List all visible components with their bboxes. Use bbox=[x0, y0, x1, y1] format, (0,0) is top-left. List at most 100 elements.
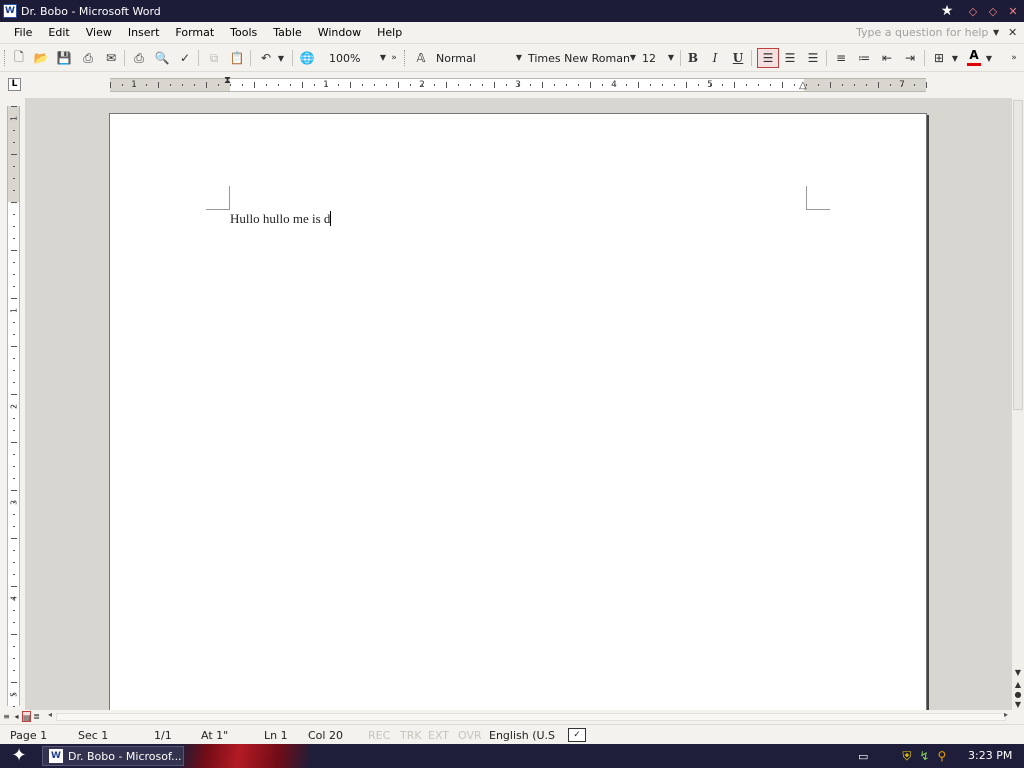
font-size-select[interactable]: 12 ▼ bbox=[640, 49, 674, 67]
taskbar-word-button[interactable]: W Dr. Bobo - Microsof... bbox=[42, 746, 184, 766]
menu-view[interactable]: View bbox=[78, 23, 120, 43]
print-layout-view-icon[interactable]: ▤ bbox=[22, 711, 31, 722]
help-search-input[interactable]: Type a question for help bbox=[856, 25, 1006, 41]
font-color-button[interactable]: A bbox=[966, 48, 982, 68]
web-globe-icon[interactable]: 🌐 bbox=[298, 49, 316, 67]
ruler-tick bbox=[614, 84, 615, 86]
ruler-tick bbox=[902, 84, 903, 86]
ruler-tick bbox=[11, 490, 17, 491]
start-star-icon[interactable]: ✦ bbox=[6, 746, 32, 766]
menu-insert[interactable]: Insert bbox=[120, 23, 168, 43]
undo-icon[interactable]: ↶ bbox=[257, 49, 275, 67]
permission-icon[interactable]: ⎙ bbox=[79, 49, 97, 67]
ruler-tick bbox=[13, 478, 15, 479]
spelling-check-icon[interactable]: ✓ bbox=[176, 49, 194, 67]
bullets-icon[interactable]: ≔ bbox=[855, 49, 873, 67]
ruler-tick bbox=[566, 84, 567, 86]
minimize-button[interactable]: ◇ bbox=[964, 3, 982, 19]
status-trk[interactable]: TRK bbox=[400, 729, 422, 742]
open-folder-icon[interactable]: 📂 bbox=[32, 49, 50, 67]
underline-button[interactable]: U bbox=[729, 49, 747, 67]
font-select[interactable]: Times New Roman ▼ bbox=[526, 49, 636, 67]
ruler-tick bbox=[758, 84, 759, 86]
borders-icon[interactable]: ⊞ bbox=[930, 49, 948, 67]
bold-button[interactable]: B bbox=[684, 49, 702, 67]
styles-formatting-icon[interactable]: 𝔸 bbox=[412, 49, 430, 67]
print-preview-icon[interactable]: 🔍 bbox=[153, 49, 171, 67]
previous-page-icon[interactable]: ▲ bbox=[1012, 680, 1024, 690]
menu-file[interactable]: File bbox=[0, 23, 40, 43]
chevron-down-icon: ▼ bbox=[667, 53, 674, 62]
close-button[interactable]: ✕ bbox=[1004, 3, 1022, 19]
menu-tools[interactable]: Tools bbox=[222, 23, 265, 43]
web-view-icon[interactable]: ◂ bbox=[12, 711, 21, 722]
left-indent-marker[interactable]: ⧗ bbox=[224, 75, 231, 86]
document-body-text[interactable]: Hullo hullo me is d bbox=[230, 211, 332, 227]
save-icon[interactable]: 💾 bbox=[55, 49, 73, 67]
document-close-button[interactable]: ✕ bbox=[1008, 25, 1017, 41]
document-page[interactable]: Hullo hullo me is d bbox=[109, 113, 927, 710]
menu-help[interactable]: Help bbox=[369, 23, 410, 43]
copy-icon[interactable]: ⧉ bbox=[205, 49, 223, 67]
status-rec[interactable]: REC bbox=[368, 729, 390, 742]
toolbar-grip[interactable] bbox=[404, 50, 407, 66]
increase-indent-icon[interactable]: ⇥ bbox=[901, 49, 919, 67]
vertical-scrollbar[interactable]: ▼ ▲ ● ▼ bbox=[1012, 98, 1024, 710]
keyboard-icon[interactable]: ▭ bbox=[858, 750, 868, 763]
italic-button[interactable]: I bbox=[706, 49, 724, 67]
word-icon[interactable]: W bbox=[3, 4, 17, 18]
ruler-tick bbox=[13, 406, 15, 407]
scroll-down-arrow-icon[interactable]: ▼ bbox=[1012, 668, 1024, 678]
email-icon[interactable]: ✉ bbox=[102, 49, 120, 67]
ruler-tick bbox=[13, 214, 15, 215]
normal-view-icon[interactable]: ≡ bbox=[2, 711, 11, 722]
right-indent-marker[interactable]: △ bbox=[799, 80, 807, 91]
outline-view-icon[interactable]: ≣ bbox=[32, 711, 41, 722]
ruler-tick bbox=[446, 82, 447, 88]
ruler-tick bbox=[13, 166, 15, 167]
paste-icon[interactable]: 📋 bbox=[228, 49, 246, 67]
toolbar-options-icon[interactable]: » bbox=[1008, 49, 1020, 67]
help-dropdown-arrow[interactable]: ▼ bbox=[993, 25, 999, 41]
decrease-indent-icon[interactable]: ⇤ bbox=[878, 49, 896, 67]
ruler-tick bbox=[890, 84, 891, 86]
status-ext[interactable]: EXT bbox=[428, 729, 449, 742]
vertical-scroll-thumb[interactable] bbox=[1013, 100, 1023, 410]
style-select[interactable]: Normal ▼ bbox=[434, 49, 522, 67]
scroll-right-arrow-icon[interactable]: ▸ bbox=[1004, 710, 1008, 719]
maximize-button[interactable]: ◇ bbox=[984, 3, 1002, 19]
network-icon[interactable]: ↯ bbox=[919, 749, 929, 763]
status-ovr[interactable]: OVR bbox=[458, 729, 482, 742]
print-icon[interactable]: ⎙ bbox=[130, 49, 148, 67]
browse-object-icon[interactable]: ● bbox=[1012, 690, 1024, 700]
security-shield-icon[interactable]: ⛨ bbox=[902, 749, 911, 764]
menu-window[interactable]: Window bbox=[310, 23, 369, 43]
next-page-icon[interactable]: ▼ bbox=[1012, 700, 1024, 710]
menu-format[interactable]: Format bbox=[167, 23, 222, 43]
toolbar-separator bbox=[924, 50, 925, 66]
status-language[interactable]: English (U.S bbox=[489, 729, 555, 742]
align-right-button[interactable]: ☰ bbox=[804, 49, 822, 67]
zoom-select[interactable]: 100% ▼ bbox=[326, 49, 386, 67]
borders-dropdown-icon[interactable]: ▼ bbox=[950, 49, 960, 67]
undo-dropdown-icon[interactable]: ▼ bbox=[276, 49, 286, 67]
numbering-icon[interactable]: ≡ bbox=[832, 49, 850, 67]
ruler-tick bbox=[470, 84, 471, 86]
ruler-tick bbox=[734, 82, 735, 88]
search-icon[interactable]: ⚲ bbox=[937, 749, 946, 763]
horizontal-scroll-track[interactable] bbox=[56, 713, 1006, 721]
new-document-icon[interactable]: 🗋 bbox=[10, 49, 28, 67]
align-left-button[interactable]: ☰ bbox=[757, 48, 779, 68]
align-center-button[interactable]: ☰ bbox=[781, 49, 799, 67]
toolbar-grip[interactable] bbox=[4, 50, 7, 66]
toolbar-options-icon[interactable]: » bbox=[388, 49, 400, 67]
menu-edit[interactable]: Edit bbox=[40, 23, 77, 43]
tab-selector-button[interactable]: L bbox=[8, 78, 21, 91]
vertical-ruler[interactable]: 1 1 2 3 4 5 bbox=[7, 106, 20, 707]
ruler-tick bbox=[542, 82, 543, 88]
font-color-dropdown-icon[interactable]: ▼ bbox=[984, 49, 994, 67]
ruler-tick bbox=[13, 622, 15, 623]
menu-table[interactable]: Table bbox=[265, 23, 309, 43]
scroll-left-arrow-icon[interactable]: ◂ bbox=[48, 710, 52, 719]
spelling-status-icon[interactable]: ✓ bbox=[568, 728, 586, 742]
